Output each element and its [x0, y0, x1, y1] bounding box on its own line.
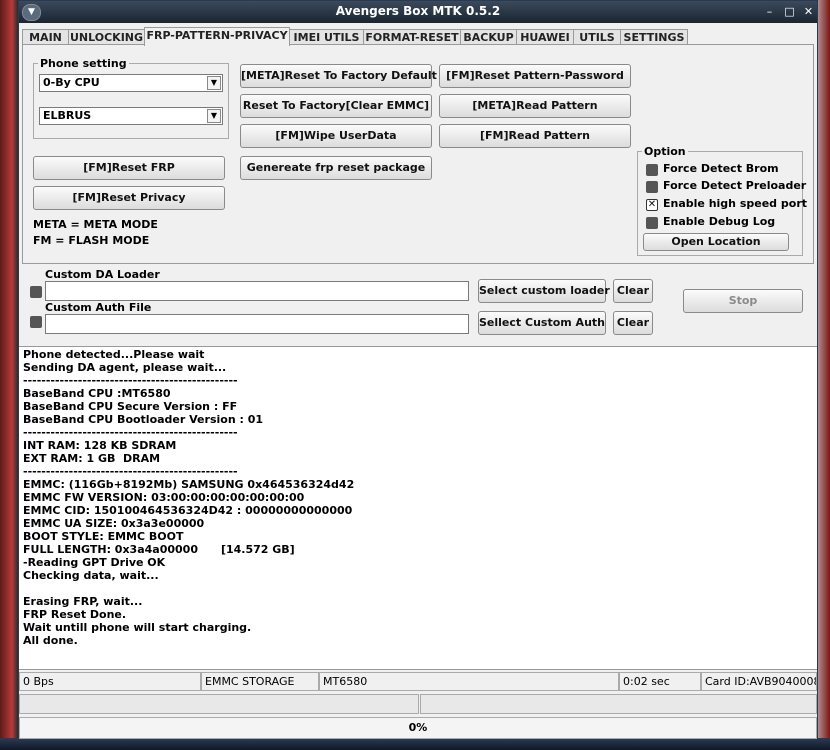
status-time: 0:02 sec	[619, 672, 701, 691]
tab-unlocking[interactable]: UNLOCKING	[68, 29, 145, 45]
progress-label: 0%	[408, 721, 428, 734]
meta-reset-factory-button[interactable]: [META]Reset To Factory Default	[240, 64, 437, 88]
model-select-value: ELBRUS	[43, 109, 92, 122]
log-line: EMMC: (116Gb+8192Mb) SAMSUNG 0x464536324…	[23, 478, 355, 491]
sub-progress-right	[420, 694, 817, 714]
custom-da-loader-label: Custom DA Loader	[45, 268, 160, 281]
select-custom-loader-button[interactable]: Select custom loader	[478, 279, 610, 303]
log-line: EMMC UA SIZE: 0x3a3e00000	[23, 517, 205, 530]
log-line: BaseBand CPU Secure Version : FF	[23, 400, 238, 413]
minimize-icon[interactable]: –	[761, 5, 778, 19]
enable-high-speed-port-label: Enable high speed port	[663, 197, 807, 210]
tab-backup[interactable]: BACKUP	[460, 29, 517, 45]
status-chip: MT6580	[319, 672, 619, 691]
meta-read-pattern-button[interactable]: [META]Read Pattern	[439, 94, 631, 118]
stop-button[interactable]: Stop	[683, 289, 803, 313]
tab-format-reset[interactable]: FORMAT-RESET	[363, 29, 461, 45]
log-line: BaseBand CPU Bootloader Version : 01	[23, 413, 264, 426]
frp-panel: Phone setting 0-By CPU ▼ ELBRUS ▼ [META]…	[22, 44, 814, 264]
custom-da-loader-checkbox[interactable]	[30, 286, 42, 298]
log-line: ----------------------------------------…	[23, 465, 238, 478]
maximize-icon[interactable]: □	[781, 5, 798, 19]
log-line: EXT RAM: 1 GB DRAM	[23, 452, 161, 465]
app-window: ▼ Avengers Box MTK 0.5.2 – □ ✕ MAIN UNLO…	[18, 0, 818, 740]
tab-imei-utils[interactable]: IMEI UTILS	[289, 29, 364, 45]
log-line: All done.	[23, 634, 78, 647]
custom-da-loader-input[interactable]	[45, 281, 469, 301]
window-title: Avengers Box MTK 0.5.2	[335, 4, 501, 18]
log-line: BOOT STYLE: EMMC BOOT	[23, 530, 184, 543]
enable-debug-log-label: Enable Debug Log	[663, 215, 776, 228]
reset-factory-clear-emmc-button[interactable]: Reset To Factory[Clear EMMC]	[240, 94, 432, 118]
force-detect-brom-checkbox[interactable]	[646, 164, 658, 176]
log-line: EMMC FW VERSION: 03:00:00:00:00:00:00:00	[23, 491, 305, 504]
log-line: Phone detected...Please wait	[23, 348, 205, 361]
log-line: ----------------------------------------…	[23, 426, 238, 439]
select-custom-auth-button[interactable]: Sellect Custom Auth	[478, 311, 606, 335]
fm-read-pattern-button[interactable]: [FM]Read Pattern	[439, 124, 631, 148]
option-legend: Option	[644, 145, 686, 158]
log-line: ----------------------------------------…	[23, 374, 238, 387]
tab-frp-pattern-privacy[interactable]: FRP-PATTERN-PRIVACY	[144, 27, 290, 46]
model-select[interactable]: ELBRUS ▼	[39, 107, 223, 125]
phone-setting-legend: Phone setting	[40, 57, 127, 70]
sub-progress-left	[19, 694, 419, 714]
tab-settings[interactable]: SETTINGS	[620, 29, 688, 45]
custom-auth-checkbox[interactable]	[30, 316, 42, 328]
log-line: -Reading GPT Drive OK	[23, 556, 166, 569]
status-speed: 0 Bps	[19, 672, 201, 691]
force-detect-brom-label: Force Detect Brom	[663, 162, 779, 175]
log-line: Erasing FRP, wait...	[23, 595, 143, 608]
close-icon[interactable]: ✕	[800, 5, 817, 19]
clear-auth-button[interactable]: Clear	[613, 311, 653, 335]
phone-setting-group: Phone setting	[33, 57, 229, 139]
fm-reset-privacy-button[interactable]: [FM]Reset Privacy	[33, 186, 225, 210]
cpu-select[interactable]: 0-By CPU ▼	[39, 74, 223, 92]
generate-frp-package-button[interactable]: Genereate frp reset package	[240, 156, 432, 180]
force-detect-preloader-checkbox[interactable]	[646, 181, 658, 193]
log-line: BaseBand CPU :MT6580	[23, 387, 171, 400]
tab-huawei[interactable]: HUAWEI	[516, 29, 574, 45]
log-line: FRP Reset Done.	[23, 608, 127, 621]
clear-loader-button[interactable]: Clear	[613, 279, 653, 303]
log-line: EMMC CID: 150100464536324D42 : 000000000…	[23, 504, 353, 517]
open-location-button[interactable]: Open Location	[643, 233, 789, 251]
log-line: Checking data, wait...	[23, 569, 159, 582]
main-progress-bar: 0%	[19, 717, 817, 739]
flash-mode-note: FM = FLASH MODE	[33, 234, 150, 247]
custom-auth-input[interactable]	[45, 314, 469, 334]
cpu-select-value: 0-By CPU	[43, 76, 100, 89]
log-line: Sending DA agent, please wait...	[23, 361, 227, 374]
title-bar: ▼ Avengers Box MTK 0.5.2 – □ ✕	[19, 1, 817, 23]
log-output: Phone detected...Please wait Sending DA a…	[19, 346, 817, 670]
chevron-down-icon[interactable]: ▼	[207, 109, 221, 123]
force-detect-preloader-label: Force Detect Preloader	[663, 179, 807, 192]
tab-main[interactable]: MAIN	[22, 29, 69, 45]
tab-utils[interactable]: UTILS	[573, 29, 621, 45]
log-line: FULL LENGTH: 0x3a4a00000 [14.572 GB]	[23, 543, 295, 556]
custom-auth-label: Custom Auth File	[45, 301, 152, 314]
chevron-down-icon[interactable]: ▼	[207, 76, 221, 90]
log-line: Wait untill phone will start charging.	[23, 621, 252, 634]
status-storage: EMMC STORAGE	[201, 672, 319, 691]
log-line: INT RAM: 128 KB SDRAM	[23, 439, 177, 452]
status-card-id: Card ID:AVB9040008	[701, 672, 817, 691]
meta-mode-note: META = META MODE	[33, 218, 158, 231]
fm-reset-frp-button[interactable]: [FM]Reset FRP	[33, 156, 225, 180]
fm-wipe-userdata-button[interactable]: [FM]Wipe UserData	[240, 124, 432, 148]
fm-reset-pattern-password-button[interactable]: [FM]Reset Pattern-Password	[439, 64, 631, 88]
enable-high-speed-port-checkbox[interactable]: ✕	[646, 199, 658, 211]
enable-debug-log-checkbox[interactable]	[646, 217, 658, 229]
